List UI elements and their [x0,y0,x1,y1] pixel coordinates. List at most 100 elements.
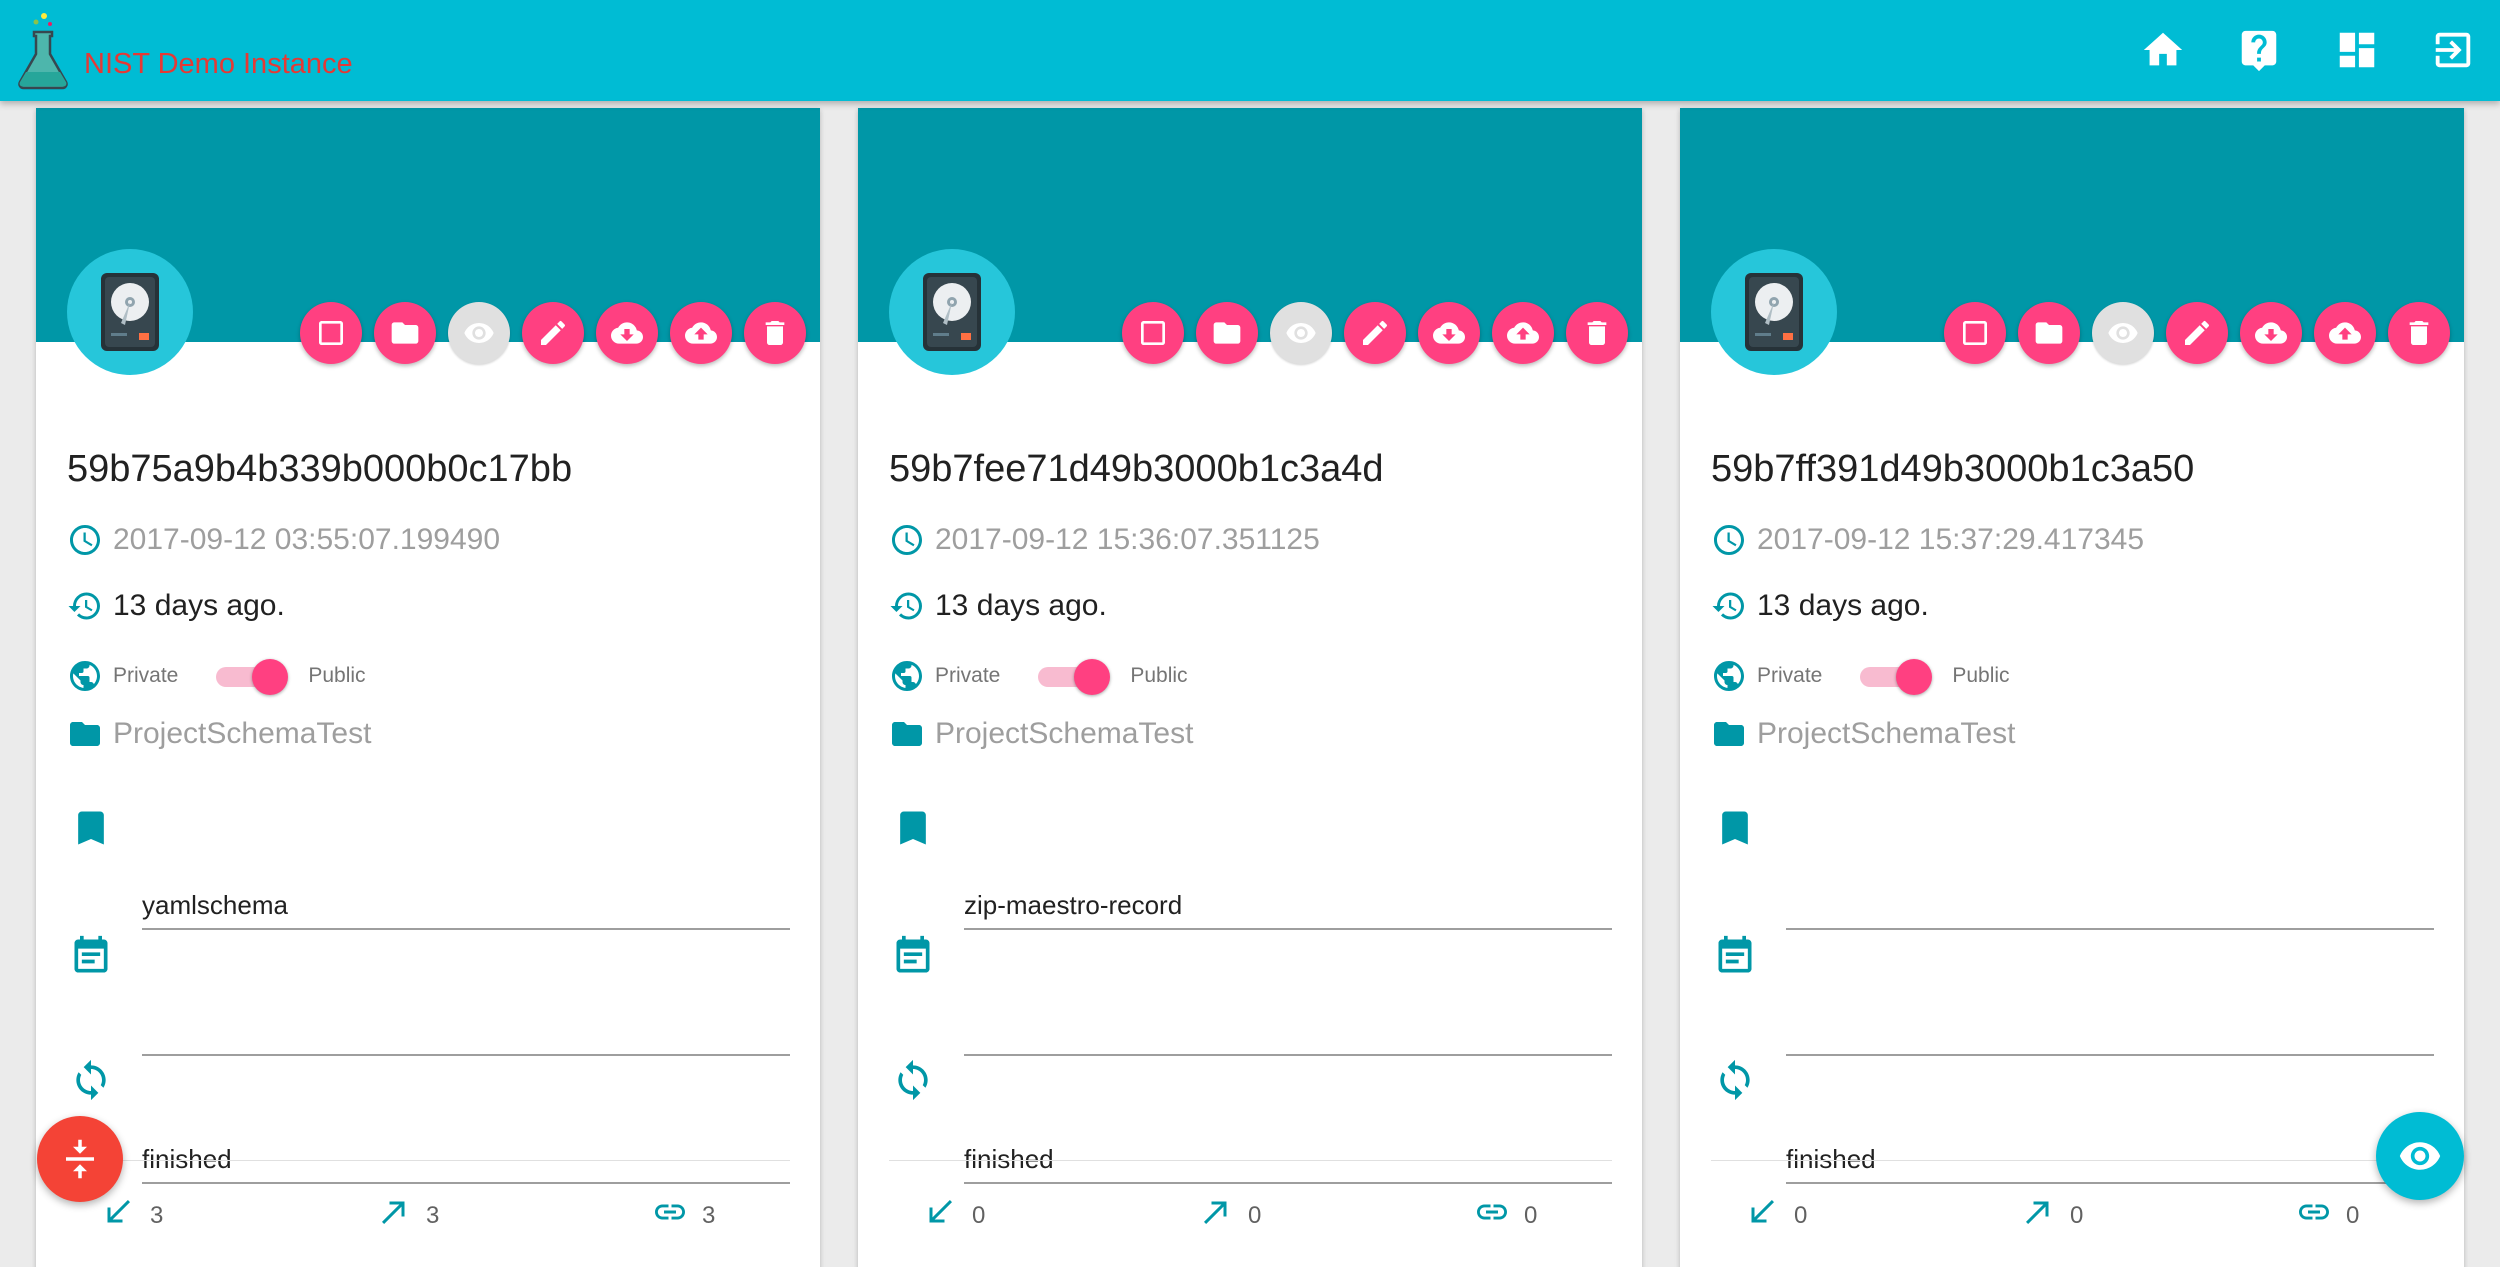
record-avatar [1711,249,1837,375]
visibility-row: Private Public [889,656,1188,696]
view-icon [464,323,494,343]
links-count: 0 [1524,1202,1538,1229]
flask-logo-icon[interactable] [14,10,72,92]
upload-icon [685,322,717,344]
card-actions [300,302,818,366]
view-fab[interactable] [2376,1112,2464,1200]
select-button[interactable] [1122,302,1184,364]
folder-icon [2035,322,2063,344]
schema-field[interactable]: yamlschema [142,882,790,930]
record-id[interactable]: 59b7ff391d49b3000b1c3a50 [1711,448,2194,491]
incoming-count: 0 [972,1202,986,1229]
outgoing-count: 0 [2070,1202,2084,1229]
clock-icon [1714,525,1744,555]
help-icon[interactable] [2233,24,2285,76]
relative-time: 13 days ago. [113,589,285,622]
upload-icon [2329,322,2361,344]
arrow-incoming-icon [929,1200,952,1223]
clock-icon [892,525,922,555]
links-stat[interactable]: 0 [1474,1194,1537,1230]
schema-field[interactable] [1786,882,2434,930]
bookmark-icon [1722,811,1748,845]
public-label: Public [1952,664,2010,687]
project-link[interactable]: ProjectSchemaTest [1757,717,2015,751]
incoming-count: 0 [1794,1202,1808,1229]
delete-button[interactable] [744,302,806,364]
folder-button[interactable] [2018,302,2080,364]
view-button[interactable] [1270,302,1332,364]
public-label: Public [308,664,366,687]
visibility-toggle[interactable] [1856,656,1933,696]
sync-icon [898,1059,928,1101]
project-link[interactable]: ProjectSchemaTest [935,717,1193,751]
timestamp: 2017-09-12 15:36:07.351125 [935,523,1320,556]
incoming-count: 3 [150,1202,164,1229]
collapse-icon [66,1139,94,1179]
timestamp: 2017-09-12 15:37:29.417345 [1757,523,2145,556]
relative-time: 13 days ago. [935,589,1107,622]
links-stat[interactable]: 0 [2296,1194,2359,1230]
eye-icon [2399,1142,2441,1170]
schema-field[interactable]: zip-maestro-record [964,882,1612,930]
upload-button[interactable] [1492,302,1554,364]
folder-icon [70,722,100,746]
incoming-stat[interactable]: 3 [100,1194,163,1230]
link-icon [2299,1204,2329,1220]
bookmark-icon [78,811,104,845]
calendar-field[interactable] [142,1008,790,1056]
folder-button[interactable] [1196,302,1258,364]
timestamp-row: 2017-09-12 15:37:29.417345 [1711,522,2144,558]
edit-button[interactable] [522,302,584,364]
calendar-field[interactable] [1786,1008,2434,1056]
edit-button[interactable] [1344,302,1406,364]
upload-icon [1507,322,1539,344]
outgoing-stat[interactable]: 3 [376,1194,439,1230]
delete-button[interactable] [1566,302,1628,364]
incoming-stat[interactable]: 0 [922,1194,985,1230]
clock-icon [70,525,100,555]
select-button[interactable] [300,302,362,364]
delete-icon [1587,321,1607,345]
timestamp: 2017-09-12 03:55:07.199490 [113,523,501,556]
view-icon [1286,323,1316,343]
arrow-outgoing-icon [382,1201,405,1224]
upload-button[interactable] [2314,302,2376,364]
record-avatar [67,249,193,375]
download-button[interactable] [1418,302,1480,364]
folder-button[interactable] [374,302,436,364]
outgoing-stat[interactable]: 0 [2020,1194,2083,1230]
folder-icon [892,722,922,746]
delete-button[interactable] [2388,302,2450,364]
collapse-fab[interactable] [37,1116,123,1202]
outgoing-count: 0 [1248,1202,1262,1229]
view-button[interactable] [448,302,510,364]
delete-icon [765,321,785,345]
outgoing-count: 3 [426,1202,440,1229]
folder-icon [391,322,419,344]
record-id[interactable]: 59b7fee71d49b3000b1c3a4d [889,448,1384,491]
links-stat[interactable]: 3 [652,1194,715,1230]
download-button[interactable] [2240,302,2302,364]
hard-drive-icon [101,273,159,351]
card-actions [1944,302,2462,366]
view-button[interactable] [2092,302,2154,364]
incoming-stat[interactable]: 0 [1744,1194,1807,1230]
record-card: 59b7ff391d49b3000b1c3a50 2017-09-12 15:37… [1680,108,2464,1267]
logout-icon[interactable] [2427,24,2479,76]
record-id[interactable]: 59b75a9b4b339b000b0c17bb [67,448,572,491]
download-button[interactable] [596,302,658,364]
select-button[interactable] [1944,302,2006,364]
folder-icon [1213,322,1241,344]
bookmark-icon [900,811,926,845]
visibility-toggle[interactable] [212,656,289,696]
outgoing-stat[interactable]: 0 [1198,1194,1261,1230]
visibility-toggle[interactable] [1034,656,1111,696]
dashboard-icon[interactable] [2331,24,2383,76]
home-icon[interactable] [2137,24,2189,76]
hard-drive-icon [1745,273,1803,351]
project-link[interactable]: ProjectSchemaTest [113,717,371,751]
edit-button[interactable] [2166,302,2228,364]
card-divider [1711,1160,2434,1161]
calendar-field[interactable] [964,1008,1612,1056]
upload-button[interactable] [670,302,732,364]
